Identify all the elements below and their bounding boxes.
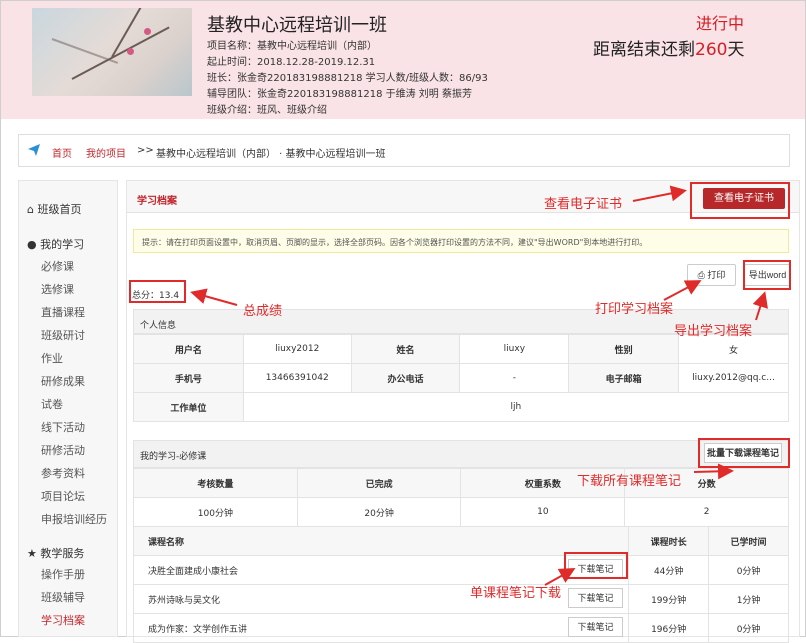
header-assess-count: 考核数量 [133, 468, 298, 498]
annotation-box-certificate [690, 182, 790, 219]
sidebar-item-exam[interactable]: 试卷 [41, 396, 63, 412]
star-icon: ★ [27, 547, 37, 560]
label-office-phone: 办公电话 [350, 363, 461, 393]
course-duration: 199分钟 [628, 584, 710, 614]
value-name: liuxy [459, 334, 570, 364]
sidebar-item-apply-training[interactable]: 申报培训经历 [41, 511, 107, 527]
user-icon: ● [27, 238, 37, 251]
course-learned: 1分钟 [708, 584, 789, 614]
table-row: 苏州诗咏与吴文化 199分钟 1分钟 [132, 584, 789, 614]
label-name: 姓名 [350, 334, 461, 364]
paper-plane-icon [28, 144, 40, 156]
table-row: 成为作家：文学创作五讲 196分钟 0分钟 [132, 613, 789, 643]
sidebar-item-tutoring[interactable]: 班级辅导 [41, 589, 85, 605]
class-cover-image [32, 8, 192, 96]
download-notes-button[interactable]: 下载笔记 [568, 617, 623, 637]
personal-info-table: 用户名 liuxy2012 姓名 liuxy 性别 女 手机号 13466391… [133, 334, 790, 422]
value-workplace: ljh [242, 392, 790, 422]
course-duration: 196分钟 [628, 613, 710, 643]
home-icon: ⌂ [27, 203, 34, 216]
period: 起止时间：2018.12.28-2019.12.31 [207, 57, 376, 68]
annotation-box-total [129, 280, 186, 303]
annotation-print-record: 打印学习档案 [595, 302, 674, 317]
label-phone: 手机号 [133, 363, 244, 393]
sidebar-teaching-service[interactable]: ★ 教学服务 [27, 545, 84, 561]
sidebar: ⌂ 班级首页 ● 我的学习 必修课 选修课 直播课程 班级研讨 作业 研修成果 … [18, 180, 118, 637]
tutor-team: 辅导团队：张金奇220183198881218 于维涛 刘明 蔡振芳 [207, 89, 472, 100]
annotation-total-score: 总成绩 [243, 304, 283, 319]
course-name: 成为作家：文学创作五讲 [132, 613, 630, 643]
status-badge: 进行中 [696, 14, 745, 33]
breadcrumb-separator: >> [137, 145, 154, 156]
annotation-single-download: 单课程笔记下载 [470, 586, 562, 601]
sidebar-item-activity[interactable]: 研修活动 [41, 442, 85, 458]
annotation-export-record: 导出学习档案 [674, 324, 753, 339]
panel-title: 学习档案 [137, 196, 177, 207]
print-button[interactable]: ⎙ 打印 [687, 264, 736, 286]
header-completed: 已完成 [296, 468, 462, 498]
course-learned: 0分钟 [708, 555, 789, 585]
breadcrumb: 首页 我的项目 >> 基教中心远程培训（内部） · 基教中心远程培训一班 [18, 134, 790, 167]
monitor-and-count: 班长：张金奇220183198881218 学习人数/班级人数：86/93 [207, 73, 488, 84]
annotation-download-all: 下载所有课程笔记 [577, 474, 682, 489]
annotation-box-single [564, 552, 628, 579]
sidebar-item-required[interactable]: 必修课 [41, 258, 74, 274]
table-row: 决胜全面建成小康社会 44分钟 0分钟 [132, 555, 789, 585]
header-learned: 已学时间 [708, 526, 789, 556]
header-duration: 课程时长 [628, 526, 710, 556]
sidebar-item-offline[interactable]: 线下活动 [41, 419, 85, 435]
value-score: 2 [624, 497, 789, 527]
course-duration: 44分钟 [628, 555, 710, 585]
sidebar-item-study-record[interactable]: 学习档案 [41, 612, 85, 628]
breadcrumb-current: 基教中心远程培训（内部） · 基教中心远程培训一班 [156, 149, 386, 160]
value-username: liuxy2012 [242, 334, 352, 364]
value-assess-count: 100分钟 [133, 497, 298, 527]
download-notes-button[interactable]: 下载笔记 [568, 588, 623, 608]
study-record-panel: 学习档案 查看电子证书 提示：请在打印页面设置中，取消页眉、页脚的显示，选择全部… [126, 180, 800, 643]
value-completed: 20分钟 [296, 497, 462, 527]
project-name: 项目名称：基教中心远程培训（内部） [207, 41, 377, 52]
class-intro: 班级介绍：班风、班级介绍 [207, 105, 327, 116]
sidebar-class-home[interactable]: ⌂ 班级首页 [27, 201, 81, 217]
sidebar-item-homework[interactable]: 作业 [41, 350, 63, 366]
print-tip: 提示：请在打印页面设置中，取消页眉、页脚的显示，选择全部页码。因各个浏览器打印设… [133, 229, 789, 253]
value-email: liuxy.2012@qq.c... [678, 363, 789, 393]
annotation-box-export [743, 260, 791, 290]
sidebar-item-reference[interactable]: 参考资料 [41, 465, 85, 481]
annotation-view-certificate: 查看电子证书 [544, 197, 623, 212]
course-table: 课程名称 课程时长 已学时间 决胜全面建成小康社会 44分钟 0分钟 苏州诗咏与… [132, 526, 789, 643]
label-username: 用户名 [133, 334, 244, 364]
header-course-name: 课程名称 [132, 526, 630, 556]
sidebar-my-study[interactable]: ● 我的学习 [27, 236, 84, 252]
printer-icon: ⎙ [697, 270, 705, 280]
sidebar-item-live[interactable]: 直播课程 [41, 304, 85, 320]
breadcrumb-home[interactable]: 首页 [52, 145, 72, 160]
value-weight: 10 [460, 497, 626, 527]
label-workplace: 工作单位 [133, 392, 244, 422]
required-course-header: 我的学习-必修课 [133, 440, 789, 468]
value-phone: 13466391042 [242, 363, 352, 393]
label-gender: 性别 [568, 334, 679, 364]
label-email: 电子邮箱 [568, 363, 679, 393]
value-office-phone: - [459, 363, 570, 393]
sidebar-item-forum[interactable]: 项目论坛 [41, 488, 85, 504]
class-title: 基教中心远程培训一班 [207, 15, 387, 36]
required-summary-table: 考核数量 已完成 权重系数 分数 100分钟 20分钟 10 2 [133, 468, 789, 527]
countdown: 距离结束还剩260天 [593, 40, 745, 60]
sidebar-item-results[interactable]: 研修成果 [41, 373, 85, 389]
sidebar-item-elective[interactable]: 选修课 [41, 281, 74, 297]
annotation-box-bulk [698, 438, 790, 468]
sidebar-item-discussion[interactable]: 班级研讨 [41, 327, 85, 343]
course-name: 决胜全面建成小康社会 [132, 555, 630, 585]
sidebar-item-manual[interactable]: 操作手册 [41, 566, 85, 582]
class-header: 基教中心远程培训一班 项目名称：基教中心远程培训（内部） 起止时间：2018.1… [1, 1, 805, 119]
breadcrumb-my-projects[interactable]: 我的项目 [86, 145, 126, 160]
course-learned: 0分钟 [708, 613, 789, 643]
